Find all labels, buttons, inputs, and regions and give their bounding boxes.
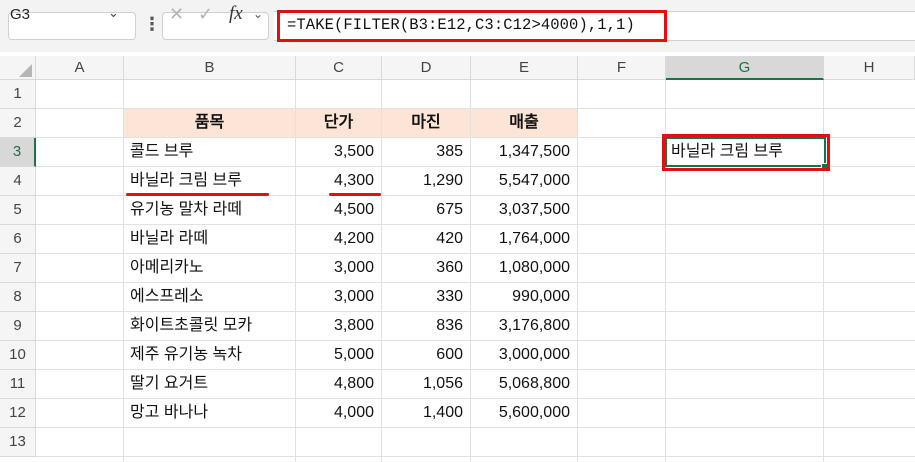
cell-e8[interactable]: 990,000 (471, 282, 577, 311)
cell-c6[interactable]: 4,200 (296, 224, 381, 253)
column-header-a[interactable]: A (36, 56, 124, 80)
cell-b9[interactable]: 화이트초콜릿 모카 (124, 311, 295, 340)
cell-d2[interactable]: 마진 (382, 108, 470, 137)
row-header-7[interactable]: 7 (0, 254, 36, 283)
name-box-chevron-down-icon[interactable]: ⌄ (108, 5, 119, 21)
enter-icon[interactable]: ✓ (198, 4, 213, 25)
column-header-b[interactable]: B (124, 56, 296, 80)
cell-b11[interactable]: 딸기 요거트 (124, 369, 295, 398)
name-box-value: G3 (10, 6, 31, 23)
cell-e10[interactable]: 3,000,000 (471, 340, 577, 369)
cell-e11[interactable]: 5,068,800 (471, 369, 577, 398)
gridline (36, 456, 915, 457)
row-header-3[interactable]: 3 (0, 138, 36, 167)
cell-b5[interactable]: 유기농 말차 라떼 (124, 195, 295, 224)
cell-c8[interactable]: 3,000 (296, 282, 381, 311)
cell-b12[interactable]: 망고 바나나 (124, 398, 295, 427)
column-header-h[interactable]: H (824, 56, 915, 80)
cell-c9[interactable]: 3,800 (296, 311, 381, 340)
cell-c10[interactable]: 5,000 (296, 340, 381, 369)
cell-b2[interactable]: 품목 (124, 108, 295, 137)
cell-e6[interactable]: 1,764,000 (471, 224, 577, 253)
cell-b4[interactable]: 바닐라 크림 브루 (124, 166, 295, 195)
underline-price (329, 193, 381, 196)
cell-c5[interactable]: 4,500 (296, 195, 381, 224)
underline-product (126, 193, 269, 196)
cell-d6[interactable]: 420 (382, 224, 470, 253)
column-header-f[interactable]: F (578, 56, 666, 80)
more-options-icon[interactable]: ⋮ (143, 14, 161, 35)
cell-c2[interactable]: 단가 (296, 108, 381, 137)
row-header-11[interactable]: 11 (0, 370, 36, 399)
row-header-5[interactable]: 5 (0, 196, 36, 225)
row-header-13[interactable]: 13 (0, 428, 36, 457)
row-header-2[interactable]: 2 (0, 109, 36, 138)
cell-d7[interactable]: 360 (382, 253, 470, 282)
result-highlight-box (662, 134, 830, 171)
row-header-1[interactable]: 1 (0, 80, 36, 109)
row-header-12[interactable]: 12 (0, 399, 36, 428)
cell-c4[interactable]: 4,300 (296, 166, 381, 195)
cell-e3[interactable]: 1,347,500 (471, 137, 577, 166)
insert-function-icon[interactable]: fx (229, 3, 243, 25)
formula-highlight-box (277, 10, 667, 42)
gridline (36, 427, 915, 428)
cell-d9[interactable]: 836 (382, 311, 470, 340)
cell-d10[interactable]: 600 (382, 340, 470, 369)
cell-d8[interactable]: 330 (382, 282, 470, 311)
cell-e9[interactable]: 3,176,800 (471, 311, 577, 340)
cell-e4[interactable]: 5,547,000 (471, 166, 577, 195)
cell-d11[interactable]: 1,056 (382, 369, 470, 398)
row-header-10[interactable]: 10 (0, 341, 36, 370)
cell-b3[interactable]: 콜드 브루 (124, 137, 295, 166)
column-header-c[interactable]: C (296, 56, 382, 80)
cell-d5[interactable]: 675 (382, 195, 470, 224)
cell-e2[interactable]: 매출 (471, 108, 577, 137)
select-all-triangle-icon (19, 64, 32, 77)
cell-d12[interactable]: 1,400 (382, 398, 470, 427)
row-header-6[interactable]: 6 (0, 225, 36, 254)
row-header-8[interactable]: 8 (0, 283, 36, 312)
cell-b7[interactable]: 아메리카노 (124, 253, 295, 282)
column-header-g[interactable]: G (666, 56, 824, 80)
cell-c12[interactable]: 4,000 (296, 398, 381, 427)
cell-e7[interactable]: 1,080,000 (471, 253, 577, 282)
cell-d4[interactable]: 1,290 (382, 166, 470, 195)
cell-c3[interactable]: 3,500 (296, 137, 381, 166)
cell-b6[interactable]: 바닐라 라떼 (124, 224, 295, 253)
cell-c7[interactable]: 3,000 (296, 253, 381, 282)
cell-b8[interactable]: 에스프레소 (124, 282, 295, 311)
cell-c11[interactable]: 4,800 (296, 369, 381, 398)
row-header-4[interactable]: 4 (0, 167, 36, 196)
column-header-d[interactable]: D (382, 56, 471, 80)
cancel-icon[interactable]: ✕ (169, 4, 184, 25)
row-header-9[interactable]: 9 (0, 312, 36, 341)
fx-chevron-down-icon[interactable]: ⌄ (253, 7, 263, 21)
cell-b10[interactable]: 제주 유기농 녹차 (124, 340, 295, 369)
cell-d3[interactable]: 385 (382, 137, 470, 166)
column-header-e[interactable]: E (471, 56, 578, 80)
cell-e12[interactable]: 5,600,000 (471, 398, 577, 427)
cell-e5[interactable]: 3,037,500 (471, 195, 577, 224)
